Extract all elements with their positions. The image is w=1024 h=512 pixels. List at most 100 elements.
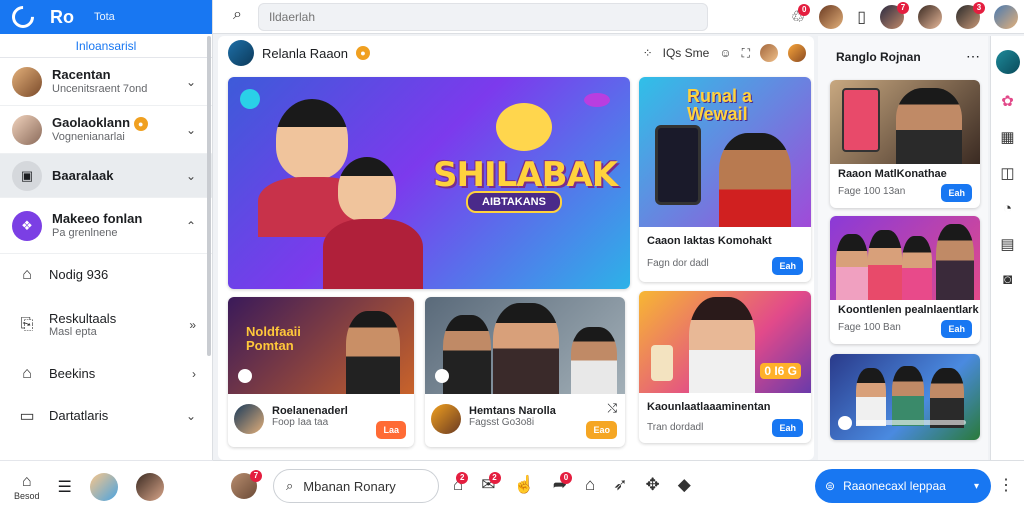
chevron-down-icon[interactable]: ⌄	[186, 123, 196, 137]
grid-icon[interactable]: ⁘	[643, 46, 653, 60]
post-action-button[interactable]: Eao	[586, 421, 617, 439]
sidebar-item-home[interactable]: ⌂ Nodig 936	[0, 254, 212, 296]
brand-bar[interactable]: Ro Tota	[0, 0, 212, 34]
sidebar-item-contacts[interactable]: Gaolaoklann ● Vognenianarlai ⌄	[0, 106, 212, 154]
sidebar-item-results[interactable]: ⎘ Reskultaals Masl epta »	[0, 296, 212, 354]
home-icon[interactable]: ⌂ 2	[453, 472, 469, 495]
sidebar-item-browse[interactable]: ▣ Baaralaak ⌄	[0, 154, 212, 198]
coin-icon: ●	[356, 46, 371, 60]
avatar[interactable]: 3	[956, 2, 985, 29]
shuffle-icon[interactable]: ⤭	[607, 401, 617, 416]
chevron-down-icon[interactable]: ⌄	[186, 169, 196, 183]
avatar[interactable]: 7	[880, 2, 909, 29]
hero-figure-body	[323, 219, 423, 289]
person-graphic	[902, 236, 932, 300]
search-icon[interactable]: ⌕	[233, 6, 242, 24]
play-icon[interactable]	[435, 369, 449, 383]
post-action-button[interactable]: Eah	[772, 419, 803, 437]
avatar[interactable]	[228, 40, 254, 66]
sidebar-item-groups[interactable]: ❖ Makeeo fonlan Pa grenlnene ⌃	[0, 198, 212, 254]
chevron-right-icon[interactable]: ›	[192, 367, 196, 381]
search-input[interactable]	[258, 3, 708, 31]
post-card[interactable]: 0 I6 G Kaounlaatlaaaminentan Tran dordad…	[639, 291, 811, 443]
compass-icon[interactable]: ➶	[613, 475, 627, 495]
sidebar-item-title: Racentan	[52, 67, 111, 83]
sidebar-item-title: Makeeo fonlan	[52, 211, 143, 227]
emoji-icon[interactable]: ☺	[719, 46, 731, 60]
post-meta: Foop Iaa taa	[272, 417, 329, 428]
home-icon: ⌂	[21, 472, 32, 490]
chevron-down-icon[interactable]: ⌄	[186, 409, 196, 423]
hero-subtitle-button[interactable]: AIBTAKANS	[466, 191, 562, 213]
post-card[interactable]: Hemtans Narolla Fagsst Go3o8i ⤭ Eao	[425, 297, 625, 447]
person-graphic	[892, 366, 924, 426]
post-card[interactable]: Noldfaaii Pomtan Roelanenaderl Foop Iaa …	[228, 297, 414, 447]
post-title: Caaon laktas Komohakt	[647, 235, 772, 247]
more-vertical-icon[interactable]: ⋮	[998, 475, 1014, 495]
post-card[interactable]: Runal a Wewail Caaon laktas Komohakt Fag…	[639, 77, 811, 282]
sidebar-item-bookings[interactable]: ⌂ Beekins ›	[0, 354, 212, 394]
avatar[interactable]	[760, 44, 778, 62]
avatar[interactable]: 7	[231, 470, 262, 499]
avatar[interactable]	[819, 5, 844, 29]
nav-home-button[interactable]: ⌂ Besod	[14, 473, 40, 501]
post-action-button[interactable]: Eah	[772, 257, 803, 275]
play-icon[interactable]	[838, 416, 852, 430]
notification-badge: 3	[973, 2, 985, 14]
side-card-image	[830, 216, 980, 300]
calendar-icon[interactable]: ▦	[1000, 128, 1014, 146]
sidebar-item-details[interactable]: ▭ Dartatlaris ⌄	[0, 394, 212, 438]
sidebar-item-subtitle: Pa grenlnene	[52, 226, 118, 239]
chevron-down-icon[interactable]: ⌄	[186, 75, 196, 89]
side-card-button[interactable]: Eah	[941, 184, 972, 202]
notifications-icon[interactable]: ♲ 0	[791, 4, 811, 27]
avatar[interactable]	[788, 44, 806, 62]
avatar	[12, 114, 42, 145]
avatar[interactable]	[234, 404, 264, 434]
home-outline-icon[interactable]: ⌂	[585, 475, 595, 495]
scrollbar[interactable]	[207, 36, 211, 356]
sidebar-item-recent[interactable]: Racentan Uncenitsraent 7ond ⌄	[0, 58, 212, 106]
flower-icon[interactable]: ✿	[1001, 92, 1014, 110]
chevron-right-icon[interactable]: »	[189, 318, 196, 332]
side-card[interactable]	[830, 354, 980, 440]
image-icon[interactable]: ⛶	[742, 46, 750, 61]
side-card-title: Koontlenlen pealnlaentlark	[838, 304, 979, 316]
avatar[interactable]	[135, 472, 164, 501]
side-card-button[interactable]: Eah	[941, 320, 972, 338]
avatar[interactable]	[918, 5, 942, 29]
home-icon: ⌂	[22, 365, 32, 382]
share-icon[interactable]: ➦ 0	[553, 472, 572, 495]
cup-graphic	[651, 345, 673, 381]
side-card[interactable]: Raaon MatlKonathae Fage 100 13an Eah	[830, 80, 980, 208]
bottom-search-button[interactable]: ⌕ Mbanan Ronary	[273, 469, 439, 503]
notification-badge: 2	[488, 472, 501, 484]
timer-icon[interactable]: ◔	[1003, 200, 1012, 217]
post-action-button[interactable]: Laa	[376, 421, 406, 439]
more-options-icon[interactable]: ⋯	[966, 48, 980, 65]
avatar[interactable]	[994, 5, 1018, 29]
camera-icon[interactable]: ◙	[1003, 271, 1012, 288]
photo-icon[interactable]: ◫	[1000, 164, 1014, 182]
puzzle-icon[interactable]: ✥	[645, 475, 659, 495]
bottom-cta-button[interactable]: ⊜ Raaonecaxl leppaa ▾	[815, 469, 991, 503]
panel-icon[interactable]: ▯	[857, 7, 866, 27]
group-icon: ❖	[12, 210, 42, 241]
list-icon[interactable]: ☰	[58, 477, 72, 497]
avatar[interactable]	[89, 472, 118, 501]
chat-icon[interactable]: ▤	[1000, 235, 1014, 253]
avatar[interactable]	[431, 404, 461, 434]
sidebar-item-title: Beekins	[49, 366, 96, 382]
feed-tools: ⁘ IQs Sme ☺ ⛶	[643, 44, 806, 62]
send-icon[interactable]: ✉ 2	[481, 472, 501, 495]
side-card[interactable]: Koontlenlen pealnlaentlark Fage 100 Ban …	[830, 216, 980, 344]
post-title: Kaounlaatlaaaminentan	[647, 401, 771, 413]
avatar[interactable]	[995, 50, 1020, 74]
play-icon[interactable]	[238, 369, 252, 383]
video-progress-bar[interactable]	[856, 420, 966, 425]
hero-banner[interactable]: SHILABAK AIBTAKANS	[228, 77, 630, 289]
chevron-up-icon[interactable]: ⌃	[186, 219, 196, 233]
sidebar-item-subtitle: Vognenianarlai	[52, 130, 125, 143]
bag-icon[interactable]: ◆	[678, 475, 691, 495]
like-icon[interactable]: ☝	[514, 475, 535, 495]
